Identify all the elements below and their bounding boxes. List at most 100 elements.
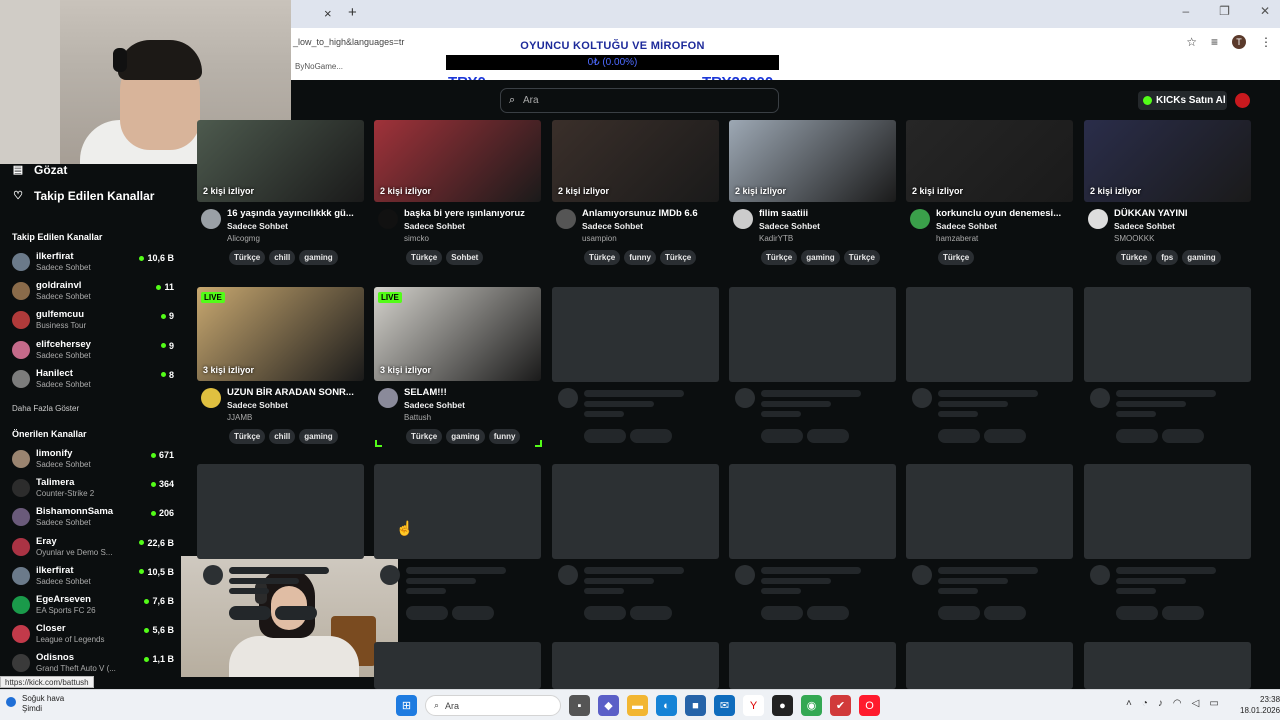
app-red-icon[interactable]: ✔ (830, 695, 851, 716)
stream-thumbnail[interactable]: 2 kişi izliyor (729, 120, 896, 202)
profile-avatar[interactable]: T (1232, 35, 1246, 49)
streamer-avatar[interactable] (1088, 209, 1108, 229)
tab-close-button[interactable]: × (324, 6, 332, 21)
streamer-username[interactable]: Alicogmg (227, 234, 260, 243)
sidebar-channel-item[interactable]: gulfemcuu Business Tour 9 (12, 308, 174, 334)
chevron-up-icon[interactable]: ˄ (1126, 698, 1132, 709)
start-windows-icon[interactable]: ⊞ (396, 695, 417, 716)
stream-category[interactable]: Sadece Sohbet (1114, 221, 1175, 231)
sidebar-channel-item[interactable]: BishamonnSama Sadece Sohbet 206 (12, 505, 174, 531)
files-icon[interactable]: ▪ (569, 695, 590, 716)
sidebar-channel-item[interactable]: elifcehersey Sadece Sohbet 9 (12, 338, 174, 364)
minimize-button[interactable]: – (1182, 4, 1189, 18)
sidebar-channel-item[interactable]: ilkerfirat Sadece Sohbet 10,5 B (12, 564, 174, 590)
media-control-icon[interactable]: ≡ (1211, 35, 1218, 49)
streamer-username[interactable]: hamzaberat (936, 234, 978, 243)
sidebar-channel-item[interactable]: goldrainvl Sadece Sohbet 11 (12, 279, 174, 305)
stream-tag[interactable]: Sohbet (446, 250, 484, 265)
store-icon[interactable]: ■ (685, 695, 706, 716)
bookmark-item[interactable]: ByNoGame... (295, 62, 343, 71)
wifi-icon[interactable]: ◠ (1173, 698, 1182, 709)
streamer-avatar[interactable] (733, 209, 753, 229)
clock[interactable]: 23:38 18.01.2026 (1240, 694, 1280, 716)
stream-category[interactable]: Sadece Sohbet (404, 400, 465, 410)
stream-tag[interactable]: Türkçe (1116, 250, 1153, 265)
stream-thumbnail[interactable]: 2 kişi izliyor (906, 120, 1073, 202)
show-more-link[interactable]: Daha Fazla Göster (12, 404, 79, 413)
sidebar-channel-item[interactable]: Closer League of Legends 5,6 B (12, 622, 174, 648)
stream-thumbnail[interactable]: 2 kişi izliyor (1084, 120, 1251, 202)
stream-tag[interactable]: Türkçe (938, 250, 975, 265)
stream-tag[interactable]: funny (624, 250, 657, 265)
streamer-username[interactable]: simcko (404, 234, 429, 243)
taskbar-search[interactable]: ⌕ Ara (425, 695, 561, 716)
stream-tag[interactable]: chill (269, 429, 296, 444)
streamer-avatar[interactable] (201, 209, 221, 229)
stream-tag[interactable]: Türkçe (406, 250, 443, 265)
streamer-avatar[interactable] (910, 209, 930, 229)
stream-thumbnail[interactable]: LIVE 3 kişi izliyor (197, 287, 364, 381)
stream-tag[interactable]: Türkçe (843, 250, 880, 265)
user-avatar[interactable] (1235, 93, 1250, 108)
mic-icon[interactable]: ♪ (1158, 698, 1163, 709)
stream-title[interactable]: başka bi yere ışınlanıyoruz (404, 208, 541, 219)
teams-icon[interactable]: ◆ (598, 695, 619, 716)
stream-tag[interactable]: fps (1156, 250, 1179, 265)
stream-tag[interactable]: Türkçe (761, 250, 798, 265)
stream-tag[interactable]: Türkçe (229, 250, 266, 265)
stream-title[interactable]: UZUN BİR ARADAN SONR... (227, 387, 364, 398)
stream-category[interactable]: Sadece Sohbet (759, 221, 820, 231)
sidebar-channel-item[interactable]: EgeArseven EA Sports FC 26 7,6 B (12, 593, 174, 619)
stream-tag[interactable]: gaming (299, 429, 338, 444)
sidebar-channel-item[interactable]: Odisnos Grand Theft Auto V (... 1,1 B (12, 651, 174, 677)
stream-title[interactable]: 16 yaşında yayıncılıkkk gü... (227, 208, 364, 219)
sidebar-nav-following[interactable]: ♡ Takip Edilen Kanallar (12, 189, 154, 203)
chrome-icon[interactable]: ◉ (801, 695, 822, 716)
yandex-icon[interactable]: Y (743, 695, 764, 716)
menu-kebab-icon[interactable]: ⋮ (1260, 35, 1272, 49)
stream-title[interactable]: korkunclu oyun denemesi... (936, 208, 1073, 219)
streamer-username[interactable]: KadirYTB (759, 234, 793, 243)
weather-widget[interactable]: Soğuk hava Şimdi (22, 694, 64, 714)
buy-kicks-button[interactable]: KICKs Satın Al (1138, 91, 1227, 110)
search-input[interactable]: ⌕ Ara (500, 88, 779, 113)
stream-tag[interactable]: gaming (299, 250, 338, 265)
stream-tag[interactable]: Türkçe (406, 429, 443, 444)
outlook-icon[interactable]: ✉ (714, 695, 735, 716)
streamer-avatar[interactable] (378, 388, 398, 408)
stream-tag[interactable]: gaming (446, 429, 485, 444)
stream-title[interactable]: filim saatiii (759, 208, 896, 219)
url-text[interactable]: _low_to_high&languages=tr (293, 37, 404, 47)
bookmark-star-icon[interactable]: ☆ (1186, 35, 1197, 49)
streamer-username[interactable]: usampion (582, 234, 617, 243)
stream-thumbnail[interactable]: 2 kişi izliyor (374, 120, 541, 202)
restore-button[interactable]: ❐ (1219, 4, 1230, 18)
stream-tag[interactable]: Türkçe (584, 250, 621, 265)
opera-icon[interactable]: O (859, 695, 880, 716)
stream-tag[interactable]: chill (269, 250, 296, 265)
streamer-username[interactable]: SMOOKKK (1114, 234, 1154, 243)
streamer-avatar[interactable] (378, 209, 398, 229)
sidebar-channel-item[interactable]: Talimera Counter-Strike 2 364 (12, 476, 174, 502)
stream-thumbnail[interactable]: LIVE 3 kişi izliyor (374, 287, 541, 381)
streamer-avatar[interactable] (556, 209, 576, 229)
sidebar-nav-browse[interactable]: ▤ Gözat (12, 163, 68, 177)
edge-icon[interactable]: ◐ (656, 695, 677, 716)
new-tab-button[interactable]: + (348, 4, 357, 21)
stream-category[interactable]: Sadece Sohbet (227, 221, 288, 231)
weather-icon[interactable] (6, 697, 16, 707)
stream-tag[interactable]: gaming (801, 250, 840, 265)
stream-category[interactable]: Sadece Sohbet (404, 221, 465, 231)
sidebar-channel-item[interactable]: limonify Sadece Sohbet 671 (12, 447, 174, 473)
streamer-username[interactable]: Battush (404, 413, 431, 422)
network-icon[interactable]: ◔ (1142, 698, 1148, 709)
volume-icon[interactable]: ◁ (1192, 698, 1200, 709)
obs-icon[interactable]: ● (772, 695, 793, 716)
stream-thumbnail[interactable]: 2 kişi izliyor (552, 120, 719, 202)
sidebar-channel-item[interactable]: Hanilect Sadece Sohbet 8 (12, 367, 174, 393)
stream-tag[interactable]: funny (488, 429, 521, 444)
stream-tag[interactable]: Türkçe (660, 250, 697, 265)
stream-category[interactable]: Sadece Sohbet (936, 221, 997, 231)
stream-category[interactable]: Sadece Sohbet (227, 400, 288, 410)
stream-title[interactable]: SELAM!!! (404, 387, 541, 398)
